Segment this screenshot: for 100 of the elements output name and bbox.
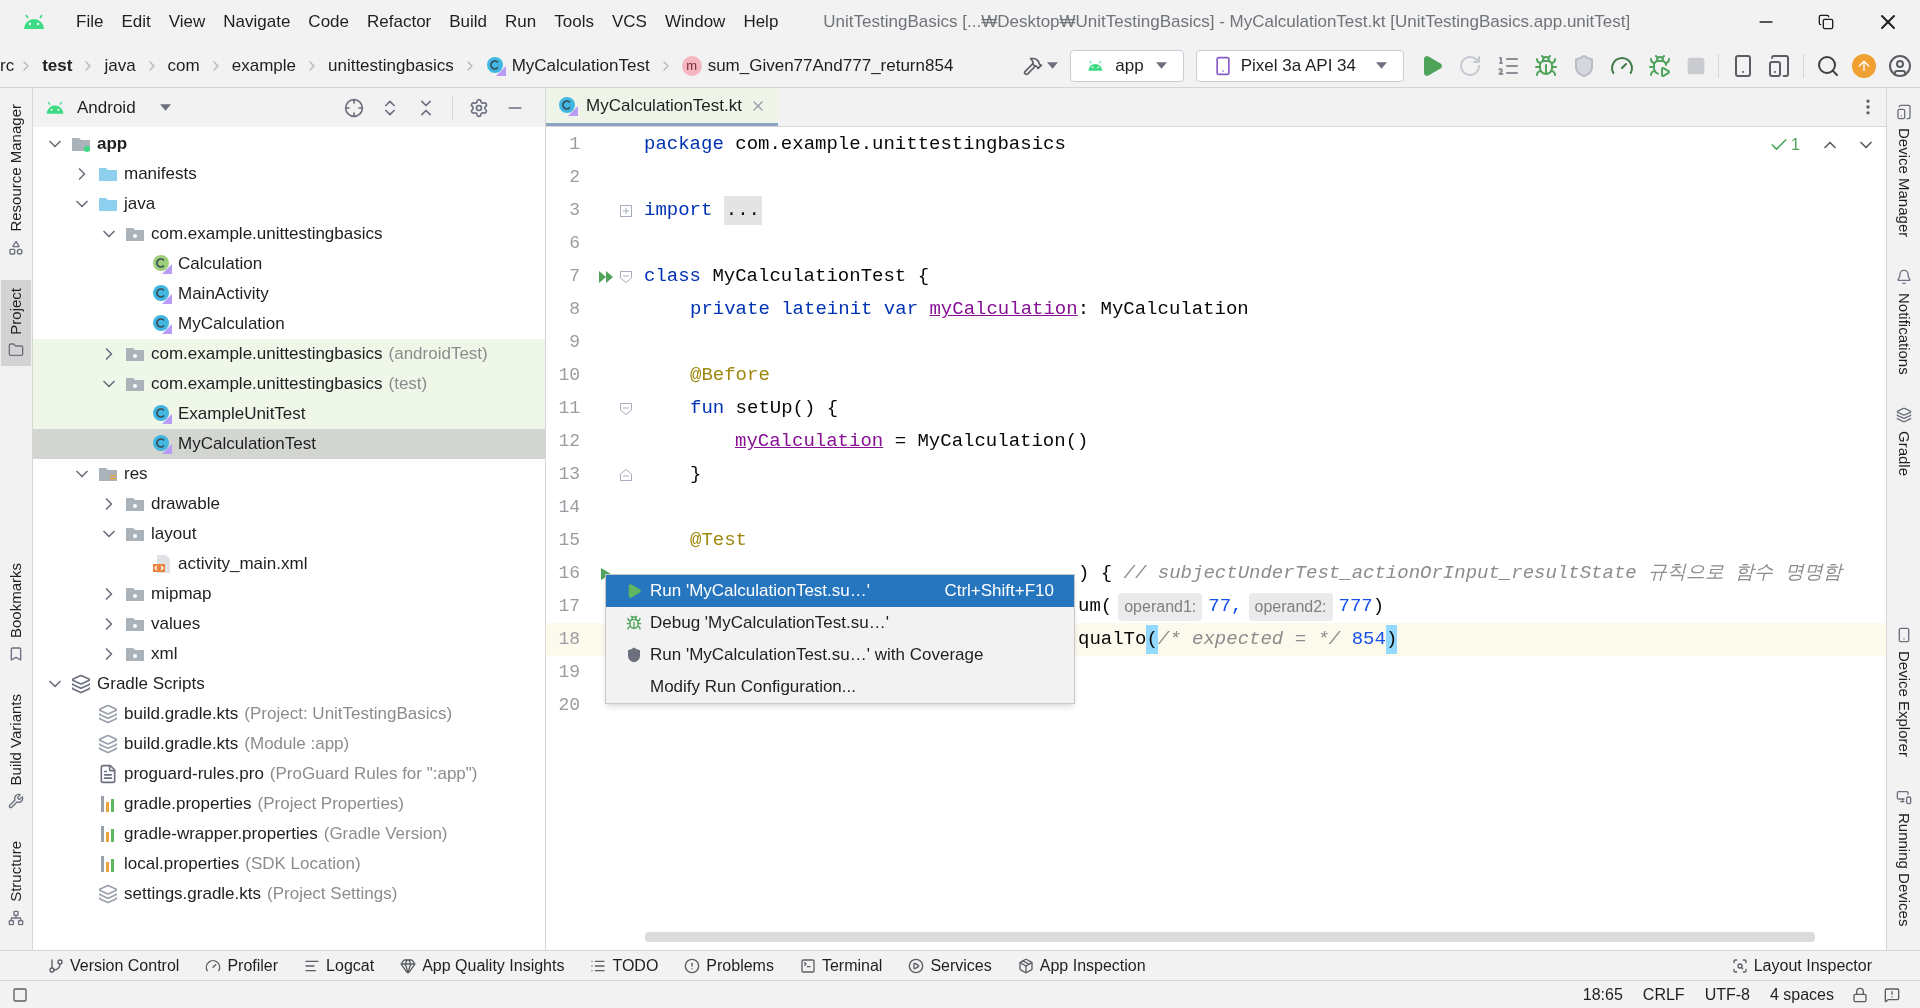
locate-icon[interactable] xyxy=(344,97,364,118)
tool-window-button[interactable]: Services xyxy=(900,951,1000,980)
item-label: Calculation xyxy=(178,253,263,276)
menu-item[interactable]: Help xyxy=(734,9,788,35)
menu-item[interactable]: Tools xyxy=(545,9,603,35)
editor-tab[interactable]: MyCalculationTest.kt xyxy=(546,88,778,126)
item-detail: (test) xyxy=(388,373,428,396)
build-button[interactable] xyxy=(1022,55,1058,76)
tool-window-button[interactable]: App Quality Insights xyxy=(392,951,573,980)
caret-icon xyxy=(159,104,171,111)
breadcrumb[interactable]: m sum_Given77And777_return854 xyxy=(677,52,958,79)
status-item[interactable]: CRLF xyxy=(1632,982,1695,1007)
inspect-icon xyxy=(1731,957,1748,974)
search-icon[interactable] xyxy=(1816,53,1840,78)
item-label: manifests xyxy=(124,163,197,186)
folder-icon xyxy=(98,166,118,182)
line-number: 8 xyxy=(568,298,580,321)
tool-window-tab[interactable]: Notifications xyxy=(1888,261,1919,383)
tool-window-button[interactable]: TODO xyxy=(582,951,667,980)
menu-item[interactable]: Run xyxy=(496,9,546,35)
account-icon[interactable] xyxy=(1888,53,1912,78)
fold-expand-icon[interactable] xyxy=(620,204,632,217)
android-icon xyxy=(45,99,65,116)
menu-item[interactable]: Run 'MyCalculationTest.su…' with Coverage xyxy=(606,639,1074,671)
scrollbar[interactable] xyxy=(645,932,1815,942)
menu-item[interactable]: Run 'MyCalculationTest.su…' Ctrl+Shift+F10 xyxy=(606,575,1074,607)
tool-window-tab[interactable]: Project xyxy=(1,279,31,367)
device-dropdown[interactable]: Pixel 3a API 34 xyxy=(1195,49,1404,82)
device-manager-icon[interactable] xyxy=(1767,53,1791,78)
item-label: build.gradle.kts xyxy=(124,703,239,726)
gem-icon xyxy=(400,957,417,974)
menu-item[interactable]: Edit xyxy=(112,9,160,35)
folder-icon xyxy=(98,196,118,212)
warning-icon[interactable] xyxy=(1884,986,1900,1003)
breadcrumb[interactable]: rc xyxy=(0,52,15,79)
menu-item[interactable]: VCS xyxy=(602,9,656,35)
breadcrumb[interactable]: java xyxy=(100,52,140,79)
tool-window-button[interactable]: Version Control xyxy=(40,951,188,980)
tool-window-tab[interactable]: Device Explorer xyxy=(1888,618,1919,765)
package-folder-icon xyxy=(125,346,145,362)
menu-item[interactable]: Debug 'MyCalculationTest.su…' xyxy=(606,607,1074,639)
attach-debugger-icon[interactable] xyxy=(1648,53,1672,78)
tool-window-button[interactable]: App Inspection xyxy=(1009,951,1154,980)
tool-window-button[interactable]: Problems xyxy=(676,951,782,980)
code-text: = MyCalculation() xyxy=(894,429,1089,455)
breadcrumb[interactable]: example xyxy=(227,52,300,79)
package-folder-icon xyxy=(125,376,145,392)
debug-icon[interactable] xyxy=(1534,53,1558,78)
package-folder-icon xyxy=(125,586,145,602)
tool-window-button[interactable]: Terminal xyxy=(791,951,891,980)
menu-item[interactable]: Code xyxy=(299,9,358,35)
menu-item[interactable]: Build xyxy=(440,9,497,35)
tool-window-tab[interactable]: Gradle xyxy=(1888,398,1919,484)
coverage-icon xyxy=(626,647,642,663)
panel-toggle-icon[interactable] xyxy=(12,986,28,1003)
restore-icon[interactable] xyxy=(1818,14,1834,30)
folder-icon xyxy=(8,342,24,359)
item-detail: (SDK Location) xyxy=(245,853,361,876)
run-icon xyxy=(626,583,642,599)
item-label: app xyxy=(97,133,128,156)
menu-item[interactable]: Navigate xyxy=(214,9,300,35)
fold-icon[interactable] xyxy=(620,402,632,415)
tree-item[interactable]: com.example.unittestingbasics (test) xyxy=(33,369,545,399)
tool-window-button[interactable]: Logcat xyxy=(296,951,383,980)
tool-window-tab[interactable]: Running Devices xyxy=(1888,780,1919,934)
view-dropdown[interactable]: Android xyxy=(77,94,171,121)
tree-item[interactable]: ExampleUnitTest xyxy=(33,399,545,429)
line-number: 18 xyxy=(557,628,580,651)
menu-item[interactable]: File xyxy=(67,9,113,35)
tool-window-tab[interactable]: Resource Manager xyxy=(1,96,31,264)
breadcrumb[interactable]: MyCalculationTest xyxy=(481,52,654,79)
menu-item[interactable]: Refactor xyxy=(358,9,441,35)
menu-item[interactable]: Modify Run Configuration... xyxy=(606,671,1074,703)
tree-item[interactable]: com.example.unittestingbasics (androidTest) xyxy=(33,339,545,369)
tool-window-tab[interactable]: Device Manager xyxy=(1888,96,1919,246)
run-configuration-dropdown[interactable]: app xyxy=(1069,49,1184,82)
breadcrumb[interactable]: unittestingbasics xyxy=(324,52,458,79)
status-item[interactable]: 4 spaces xyxy=(1759,982,1844,1007)
settings-icon[interactable] xyxy=(469,97,489,118)
tool-window-tab[interactable]: Build Variants xyxy=(1,685,31,818)
menu-item[interactable]: Window xyxy=(655,9,735,35)
tool-window-button[interactable]: Layout Inspector xyxy=(1723,951,1880,980)
tool-window-tab[interactable]: Bookmarks xyxy=(1,554,31,670)
item-label: java xyxy=(124,193,156,216)
package-folder-icon xyxy=(125,226,145,242)
fold-end-icon[interactable] xyxy=(620,468,632,481)
tree-item[interactable]: MyCalculationTest xyxy=(33,429,545,459)
line-number: 2 xyxy=(568,166,580,189)
breadcrumb[interactable]: com xyxy=(163,52,204,79)
breadcrumb[interactable]: test xyxy=(38,52,77,79)
run-tests-icon[interactable] xyxy=(598,268,614,285)
lock-icon[interactable] xyxy=(1852,986,1868,1003)
tool-window-tab[interactable]: Structure xyxy=(1,833,31,934)
tool-window-button[interactable]: Profiler xyxy=(197,951,287,980)
menu-item[interactable]: View xyxy=(159,9,215,35)
fold-icon[interactable] xyxy=(620,270,632,283)
status-item[interactable]: UTF-8 xyxy=(1694,982,1760,1007)
line-number: 20 xyxy=(557,694,580,717)
status-item[interactable]: 18:65 xyxy=(1572,982,1633,1007)
line-number: 9 xyxy=(568,331,580,354)
